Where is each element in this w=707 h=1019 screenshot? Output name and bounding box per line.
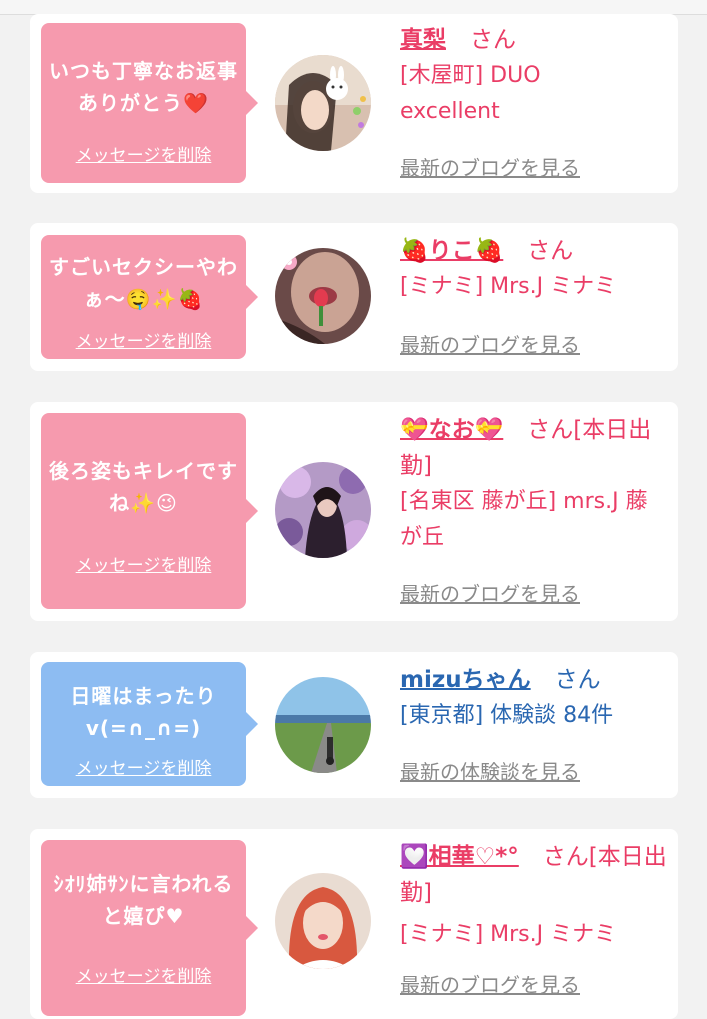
girl-info: mizuちゃん さん [東京都] 体験談 84件: [400, 662, 668, 734]
latest-review-link[interactable]: 最新の体験談を見る: [400, 756, 580, 785]
avatar[interactable]: [275, 873, 371, 969]
name-line: 🍓りこ🍓 さん: [400, 233, 668, 269]
honorific: さん: [470, 27, 516, 53]
name-line: mizuちゃん さん: [400, 662, 668, 698]
avatar[interactable]: [275, 248, 371, 344]
girl-name-link[interactable]: 💟相華♡*°: [400, 844, 519, 870]
message-bubble: 後ろ姿もキレイですね✨😉 メッセージを削除: [41, 413, 258, 609]
honorific: さん: [554, 667, 601, 693]
name-line: 💟相華♡*° さん[本日出勤]: [400, 839, 668, 911]
message-text: いつも丁寧なお返事ありがとう❤️: [49, 59, 238, 115]
message-bubble: すごいセクシーやわぁ〜🤤✨🍓 メッセージを削除: [41, 235, 258, 359]
latest-blog-link[interactable]: 最新のブログを見る: [400, 969, 580, 998]
girl-name-link[interactable]: 真梨: [400, 27, 446, 53]
latest-blog-link[interactable]: 最新のブログを見る: [400, 152, 580, 181]
name-line: 真梨 さん: [400, 22, 668, 58]
message-bubble: ｼｵﾘ姉ｻﾝに言われると嬉ぴ♥ メッセージを削除: [41, 840, 258, 1016]
avatar[interactable]: [275, 462, 371, 558]
avatar[interactable]: [275, 55, 371, 151]
girl-name-link[interactable]: 🍓りこ🍓: [400, 238, 503, 264]
avatar[interactable]: [275, 677, 371, 773]
shop-info: [ミナミ] Mrs.J ミナミ: [400, 922, 617, 947]
reviewer-name-link[interactable]: mizuちゃん: [400, 667, 531, 693]
shop-info: [名東区 藤が丘] mrs.J 藤が丘: [400, 489, 648, 550]
latest-blog-link[interactable]: 最新のブログを見る: [400, 578, 580, 607]
message-text: ｼｵﾘ姉ｻﾝに言われると嬉ぴ♥: [53, 872, 234, 928]
message-bubble: いつも丁寧なお返事ありがとう❤️ メッセージを削除: [41, 23, 258, 183]
delete-message-link[interactable]: メッセージを削除: [41, 327, 246, 352]
message-card: ｼｵﾘ姉ｻﾝに言われると嬉ぴ♥ メッセージを削除 💟相華♡*° さん[本日出勤] …: [30, 829, 678, 1019]
delete-message-link[interactable]: メッセージを削除: [41, 962, 246, 987]
delete-message-link[interactable]: メッセージを削除: [41, 551, 246, 576]
girl-info: 🍓りこ🍓 さん [ミナミ] Mrs.J ミナミ: [400, 233, 668, 305]
message-card: 後ろ姿もキレイですね✨😉 メッセージを削除 💝なお💝 さん[本日出勤] [名東区 …: [30, 402, 678, 621]
message-card: すごいセクシーやわぁ〜🤤✨🍓 メッセージを削除 🍓りこ🍓 さん [ミナミ] Mrs…: [30, 223, 678, 371]
message-bubble: 日曜はまったりv(=∩_∩=) メッセージを削除: [41, 662, 258, 786]
honorific: さん: [527, 238, 574, 264]
girl-info: 💝なお💝 さん[本日出勤] [名東区 藤が丘] mrs.J 藤が丘: [400, 412, 668, 556]
delete-message-link[interactable]: メッセージを削除: [41, 754, 246, 779]
message-text: 日曜はまったりv(=∩_∩=): [70, 684, 217, 740]
girl-info: 💟相華♡*° さん[本日出勤] [ミナミ] Mrs.J ミナミ: [400, 839, 668, 953]
message-card: 日曜はまったりv(=∩_∩=) メッセージを削除 mizuちゃん さん [東京都]…: [30, 652, 678, 798]
message-card: いつも丁寧なお返事ありがとう❤️ メッセージを削除 真梨 さん [木屋町] DUO…: [30, 14, 678, 193]
top-bar: [0, 0, 707, 15]
name-line: 💝なお💝 さん[本日出勤]: [400, 412, 668, 484]
delete-message-link[interactable]: メッセージを削除: [41, 141, 246, 166]
girl-name-link[interactable]: 💝なお💝: [400, 417, 503, 443]
reviewer-info: [東京都] 体験談 84件: [400, 703, 614, 728]
shop-info: [木屋町] DUO excellent: [400, 63, 541, 124]
latest-blog-link[interactable]: 最新のブログを見る: [400, 329, 580, 358]
shop-info: [ミナミ] Mrs.J ミナミ: [400, 274, 617, 299]
message-text: すごいセクシーやわぁ〜🤤✨🍓: [49, 255, 238, 311]
girl-info: 真梨 さん [木屋町] DUO excellent: [400, 22, 668, 130]
message-text: 後ろ姿もキレイですね✨😉: [49, 459, 238, 515]
